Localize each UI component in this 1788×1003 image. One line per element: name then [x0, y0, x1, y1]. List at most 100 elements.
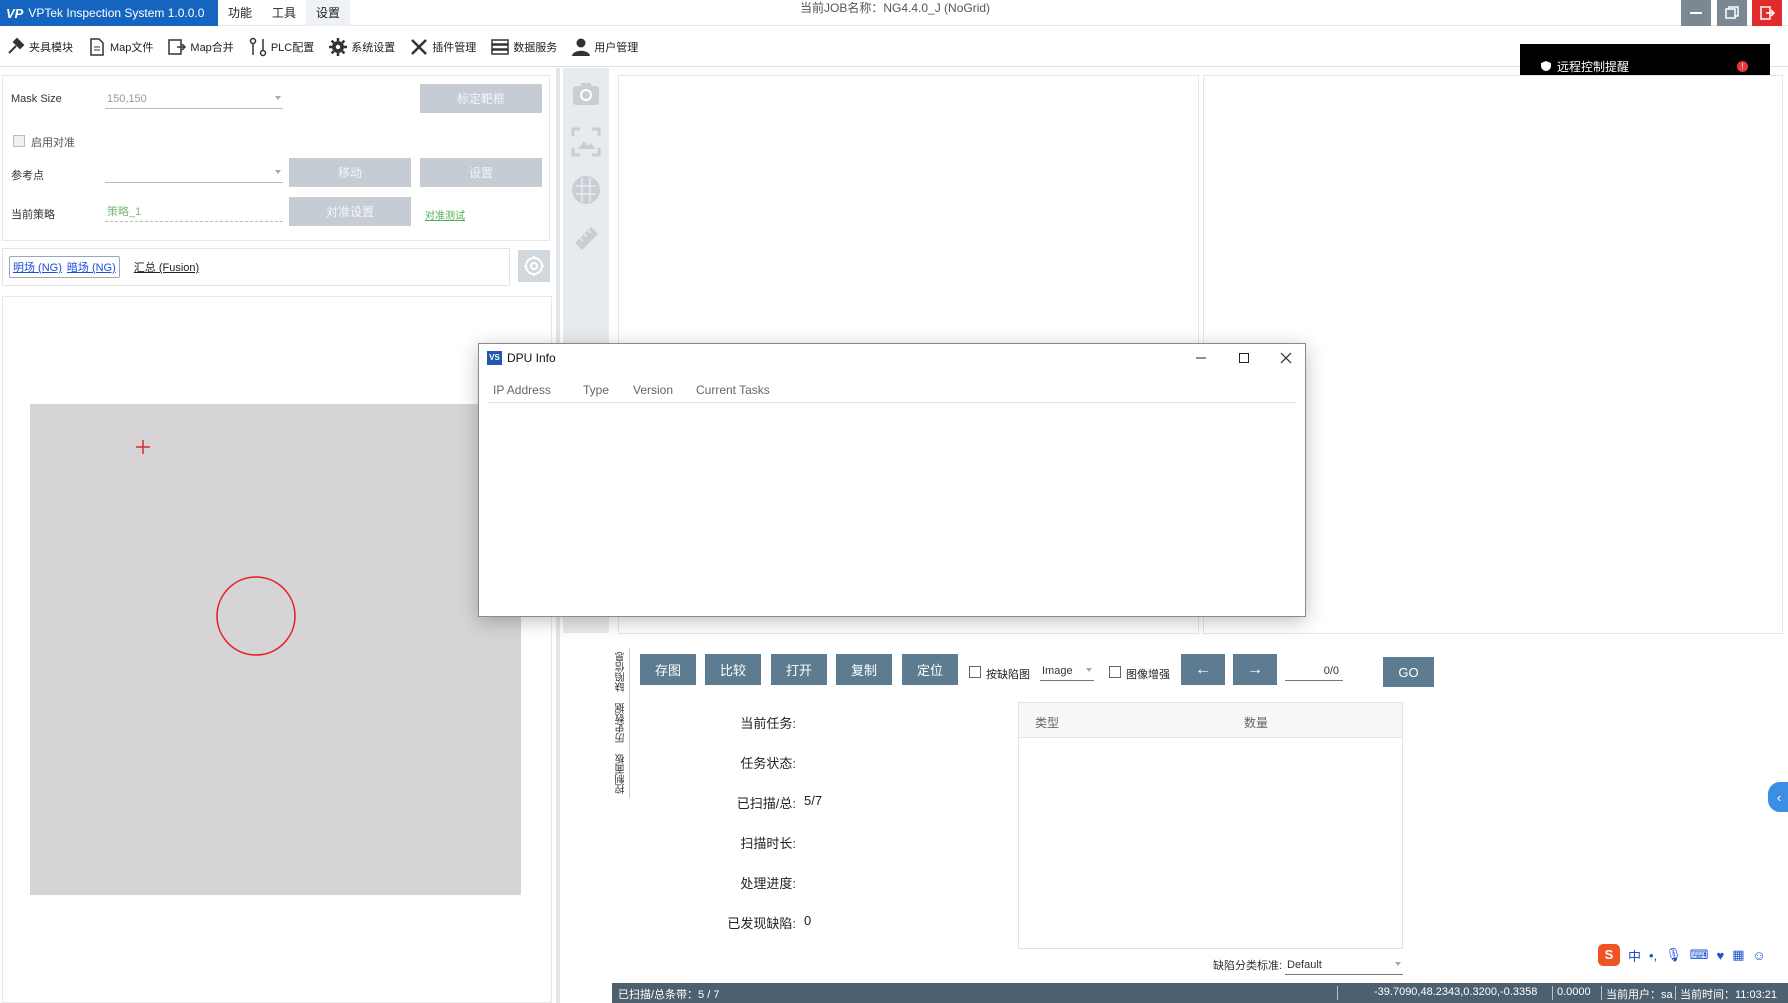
menu-item-function[interactable]: 功能	[218, 0, 262, 26]
grid-apps-icon[interactable]: ▦	[1732, 947, 1744, 963]
menu-item-tools[interactable]: 工具	[262, 0, 306, 26]
toolbar-fixture-button[interactable]: 夹具模块	[6, 37, 73, 57]
image-type-select[interactable]: Image	[1040, 661, 1094, 681]
restore-icon	[1725, 6, 1739, 19]
dialog-maximize-button[interactable]	[1229, 348, 1259, 368]
align-settings-button[interactable]: 对准设置	[289, 197, 411, 226]
locate-button[interactable]: 定位	[902, 654, 958, 685]
image-enhance-checkbox[interactable]	[1109, 666, 1121, 678]
dialog-title-bar[interactable]: VS DPU Info	[479, 344, 1305, 372]
tab-bright-field[interactable]: 明场 (NG)	[13, 259, 62, 275]
fit-image-button[interactable]	[570, 126, 602, 158]
stat-progress-label: 处理进度:	[740, 876, 796, 891]
wafer-canvas[interactable]	[30, 404, 521, 895]
enable-align-label: 启用对准	[31, 137, 75, 149]
dialog-minimize-button[interactable]	[1186, 348, 1216, 368]
go-button[interactable]: GO	[1383, 657, 1434, 687]
alignment-settings-panel: Mask Size 150,150 标定靶框 启用对准 参考点 移动 设置 当前…	[2, 75, 550, 241]
target-circle[interactable]	[216, 576, 296, 656]
image-enhance-label: 图像增强	[1126, 669, 1170, 681]
toolbar-user-management-button[interactable]: 用户管理	[571, 37, 638, 57]
window-restore-button[interactable]	[1717, 0, 1747, 26]
tab-dark-field[interactable]: 暗场 (NG)	[67, 259, 116, 275]
copy-button[interactable]: 复制	[836, 654, 892, 685]
defect-col-type[interactable]: 类型	[1035, 714, 1059, 731]
next-button[interactable]: →	[1233, 654, 1277, 685]
toolbar-plc-button[interactable]: PLC配置	[248, 37, 314, 57]
dpu-col-ip-address[interactable]: IP Address	[493, 383, 551, 397]
align-test-link[interactable]: 对准测试	[425, 207, 465, 222]
toolbar-system-settings-button[interactable]: 系统设置	[328, 37, 395, 57]
maximize-icon	[1239, 353, 1249, 363]
keyboard-icon[interactable]: ⌨	[1690, 947, 1709, 963]
status-separator	[1601, 986, 1602, 1000]
punctuation-icon[interactable]: •,	[1649, 948, 1657, 963]
fixture-icon	[8, 37, 25, 54]
side-panel-toggle[interactable]: ‹	[1768, 782, 1788, 812]
exit-icon	[1760, 6, 1775, 20]
strategy-value: 策略_1	[107, 206, 142, 218]
toolbar-fixture-label: 夹具模块	[29, 41, 73, 54]
toolbar-map-merge-button[interactable]: Map合并	[167, 37, 234, 57]
stat-defects-found-value: 0	[804, 913, 812, 928]
dpu-col-version[interactable]: Version	[633, 383, 673, 397]
menu-item-settings[interactable]: 设置	[306, 0, 351, 26]
emoji-icon[interactable]: ☺	[1752, 948, 1765, 963]
crosshair-marker	[136, 440, 150, 454]
tab-fusion[interactable]: 汇总 (Fusion)	[134, 259, 199, 275]
defect-col-count[interactable]: 数量	[1244, 714, 1268, 731]
shield-icon	[1541, 61, 1551, 71]
dialog-app-icon: VS	[487, 351, 502, 365]
calibrate-target-button[interactable]: 标定靶框	[420, 84, 542, 113]
mask-size-select[interactable]: 150,150	[105, 89, 283, 109]
status-time: 当前时间：11:03:21	[1680, 989, 1778, 1001]
vtab-history[interactable]: 历史数据	[614, 698, 630, 748]
refresh-button[interactable]	[518, 250, 550, 282]
ref-point-select[interactable]	[105, 163, 283, 183]
toolbar-data-service-button[interactable]: 数据服务	[490, 37, 557, 57]
strategy-field[interactable]: 策略_1	[105, 202, 283, 222]
dpu-info-dialog: VS DPU Info IP Address Type Version Curr…	[478, 343, 1306, 617]
chevron-down-icon	[1395, 962, 1401, 966]
skin-icon[interactable]: ♥	[1716, 948, 1724, 963]
database-icon	[491, 38, 509, 55]
open-button[interactable]: 打开	[771, 654, 827, 685]
chevron-down-icon	[275, 170, 281, 174]
stat-task-status-label: 任务状态:	[740, 756, 796, 771]
vtab-control-panel[interactable]: 控制面板	[614, 750, 630, 798]
set-button[interactable]: 设置	[420, 158, 542, 187]
toolbar-plugins-label: 插件管理	[432, 41, 477, 54]
prev-button[interactable]: ←	[1181, 654, 1225, 685]
stat-scanned-value: 5/7	[804, 793, 823, 808]
stat-current-task-label: 当前任务:	[740, 716, 796, 731]
defect-table-header: 类型 数量	[1019, 703, 1402, 738]
enable-align-checkbox[interactable]	[13, 135, 25, 147]
toast-text: 远程控制提醒	[1557, 59, 1630, 74]
stat-scan-duration-label: 扫描时长:	[740, 836, 796, 851]
move-button[interactable]: 移动	[289, 158, 411, 187]
toolbar-plugins-button[interactable]: 插件管理	[409, 37, 476, 57]
dialog-close-button[interactable]	[1271, 348, 1301, 368]
compare-button[interactable]: 比较	[705, 654, 761, 685]
defect-standard-label: 缺陷分类标准:	[1213, 960, 1283, 972]
status-separator	[1675, 986, 1676, 1000]
save-image-button[interactable]: 存图	[640, 654, 696, 685]
defect-standard-select[interactable]: Default	[1285, 955, 1403, 975]
capture-button[interactable]	[570, 78, 602, 110]
window-exit-button[interactable]	[1752, 0, 1782, 26]
microphone-icon[interactable]: 🎙	[1665, 947, 1682, 963]
vtab-defect-info[interactable]: 缺陷信息	[614, 648, 630, 696]
toolbar-user-management-label: 用户管理	[594, 41, 639, 54]
window-minimize-button[interactable]	[1681, 0, 1711, 26]
defect-map-label: 按缺陷图	[986, 669, 1030, 681]
toolbar-map-file-button[interactable]: Map文件	[87, 37, 153, 57]
measure-button[interactable]	[570, 222, 602, 254]
toolbar-data-service-label: 数据服务	[513, 41, 558, 54]
dpu-col-type[interactable]: Type	[583, 383, 609, 397]
tools-icon	[411, 38, 428, 55]
dpu-col-current-tasks[interactable]: Current Tasks	[696, 383, 770, 397]
ime-language-toggle[interactable]: 中	[1628, 946, 1641, 965]
wafer-map-button[interactable]	[570, 174, 602, 206]
defect-map-checkbox[interactable]	[969, 666, 981, 678]
ime-logo-icon[interactable]: S	[1598, 944, 1620, 966]
